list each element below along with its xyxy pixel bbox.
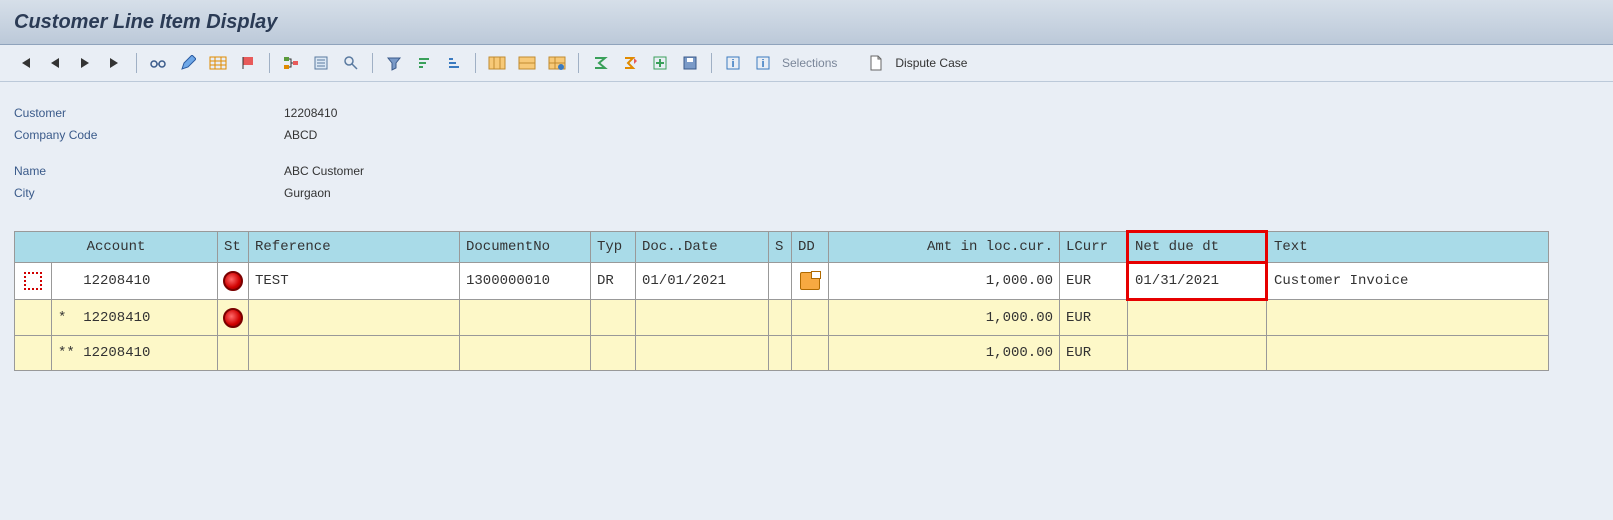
col-dd[interactable]: DD <box>792 239 828 255</box>
prev-icon[interactable] <box>41 50 69 76</box>
glasses-icon[interactable] <box>144 50 172 76</box>
sort-desc-icon[interactable] <box>440 50 468 76</box>
sheet-icon[interactable] <box>307 50 335 76</box>
cell-typ: DR <box>591 273 635 289</box>
line-item-table: Account St Reference DocumentNo Typ Doc.… <box>14 230 1549 371</box>
due-date-icon <box>800 272 820 290</box>
subtotal-icon[interactable] <box>616 50 644 76</box>
cell-netdue: 01/31/2021 <box>1129 273 1265 289</box>
col-documentno[interactable]: DocumentNo <box>460 239 590 255</box>
toolbar: i i Selections Dispute Case <box>0 45 1613 82</box>
layout3-icon[interactable] <box>543 50 571 76</box>
customer-value: 12208410 <box>284 102 337 124</box>
company-code-value: ABCD <box>284 124 317 146</box>
table-row[interactable]: ** 12208410 1,000.00EUR <box>15 336 1549 371</box>
cell-lcurr: EUR <box>1060 310 1127 326</box>
col-netdue[interactable]: Net due dt <box>1129 239 1265 255</box>
col-account[interactable]: Account <box>15 239 217 255</box>
status-open-icon <box>223 308 243 328</box>
cell-lcurr: EUR <box>1060 273 1126 289</box>
table-row[interactable]: 12208410 TEST1300000010DR01/01/2021 1,000.… <box>15 263 1549 300</box>
col-typ[interactable]: Typ <box>591 239 635 255</box>
cell-text: Customer Invoice <box>1268 273 1548 289</box>
sort-asc-icon[interactable] <box>410 50 438 76</box>
svg-text:i: i <box>731 58 734 70</box>
document-icon[interactable] <box>862 50 890 76</box>
sum-icon[interactable] <box>586 50 614 76</box>
first-icon[interactable] <box>11 50 39 76</box>
toolbar-separator <box>136 53 137 73</box>
layout1-icon[interactable] <box>483 50 511 76</box>
info2-icon[interactable]: i <box>749 50 777 76</box>
selections-button[interactable]: Selections <box>782 56 841 70</box>
cell-account: ** 12208410 <box>52 345 217 361</box>
grid-icon[interactable] <box>204 50 232 76</box>
cell-documentno: 1300000010 <box>460 273 590 289</box>
export-icon[interactable] <box>646 50 674 76</box>
company-code-label: Company Code <box>14 124 284 146</box>
svg-text:i: i <box>761 58 764 70</box>
filter-icon[interactable] <box>380 50 408 76</box>
toolbar-separator <box>578 53 579 73</box>
col-amt[interactable]: Amt in loc.cur. <box>829 239 1059 255</box>
col-reference[interactable]: Reference <box>249 239 459 255</box>
layout2-icon[interactable] <box>513 50 541 76</box>
col-docdate[interactable]: Doc..Date <box>636 239 768 255</box>
toolbar-separator <box>372 53 373 73</box>
cell-account: 12208410 <box>52 273 217 289</box>
cell-docdate: 01/01/2021 <box>636 273 768 289</box>
table-header-row: Account St Reference DocumentNo Typ Doc.… <box>15 232 1549 263</box>
cell-account: * 12208410 <box>52 310 217 326</box>
tree-icon[interactable] <box>277 50 305 76</box>
cell-amt: 1,000.00 <box>829 345 1059 361</box>
cell-lcurr: EUR <box>1060 345 1127 361</box>
info-icon[interactable]: i <box>719 50 747 76</box>
col-st[interactable]: St <box>218 239 248 255</box>
customer-label: Customer <box>14 102 284 124</box>
cell-amt: 1,000.00 <box>829 310 1059 326</box>
toolbar-separator <box>269 53 270 73</box>
toolbar-separator <box>475 53 476 73</box>
flag-icon[interactable] <box>234 50 262 76</box>
col-text[interactable]: Text <box>1268 239 1548 255</box>
name-label: Name <box>14 160 284 182</box>
toolbar-separator <box>711 53 712 73</box>
table-row[interactable]: * 12208410 1,000.00EUR <box>15 300 1549 336</box>
search-icon[interactable] <box>337 50 365 76</box>
cell-amt: 1,000.00 <box>829 273 1059 289</box>
name-value: ABC Customer <box>284 160 364 182</box>
title-bar: Customer Line Item Display <box>0 0 1613 45</box>
page-title: Customer Line Item Display <box>14 11 277 34</box>
save-icon[interactable] <box>676 50 704 76</box>
status-open-icon <box>223 271 243 291</box>
info-block: Customer12208410 Company CodeABCD NameAB… <box>0 82 1613 210</box>
cell-reference: TEST <box>249 273 459 289</box>
pencil-icon[interactable] <box>174 50 202 76</box>
last-icon[interactable] <box>101 50 129 76</box>
city-value: Gurgaon <box>284 182 331 204</box>
city-label: City <box>14 182 284 204</box>
row-selector[interactable] <box>24 272 42 290</box>
dispute-case-button[interactable]: Dispute Case <box>895 56 971 70</box>
next-icon[interactable] <box>71 50 99 76</box>
col-s[interactable]: S <box>769 239 791 255</box>
col-lcurr[interactable]: LCurr <box>1060 239 1126 255</box>
